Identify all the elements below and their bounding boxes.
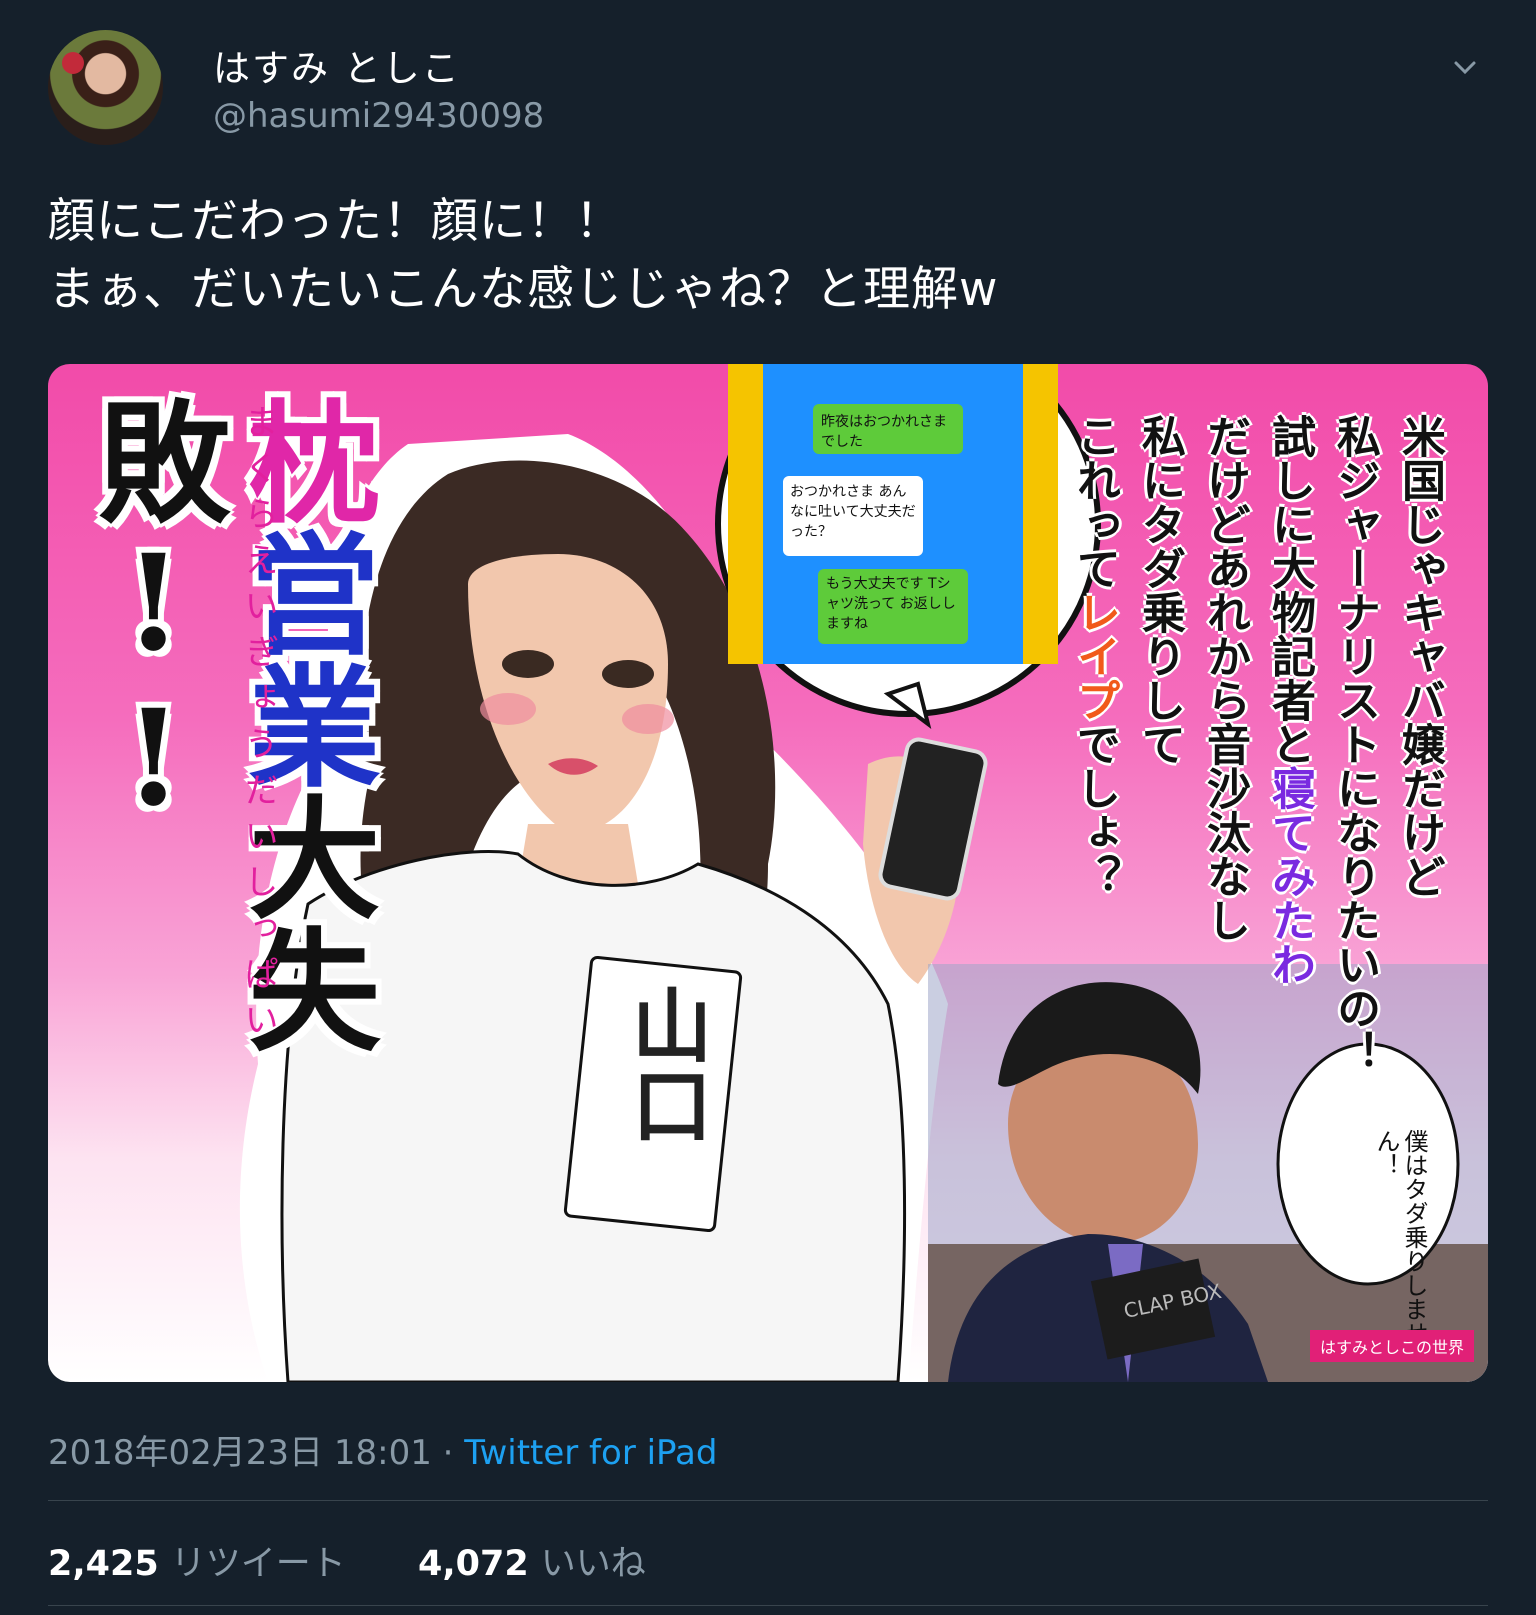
caption-line-4: だけどあれから音沙汰なし	[1199, 414, 1250, 942]
caption-line-3: 試しに大物記者と寝てみたわ	[1263, 414, 1315, 986]
likes-count: 4,072	[418, 1544, 529, 1584]
likes-stat[interactable]: 4,072 いいね	[418, 1544, 646, 1584]
chat-message-2: おつかれさま あんなに吐いて大丈夫だった？	[790, 484, 916, 540]
likes-label: いいね	[540, 1544, 646, 1584]
source-link[interactable]: Twitter for iPad	[464, 1433, 717, 1473]
divider	[48, 1605, 1488, 1606]
tweet-stats: 2,425 リツイート 4,072 いいね	[48, 1535, 646, 1586]
caption-line-3b: 寝てみたわ	[1264, 766, 1315, 986]
tweet-text: 顔にこだわった！顔に！！ まぁ、だいたいこんな感じじゃね？と理解w	[48, 188, 1448, 324]
credit-badge: はすみとしこの世界	[1309, 1330, 1474, 1362]
avatar-flower	[62, 52, 84, 74]
caption-line-6b: レイプ	[1069, 590, 1120, 722]
meta-separator: ·	[431, 1433, 465, 1473]
chat-message-1: 昨夜はおつかれさまでした	[821, 414, 947, 450]
tweet-line-1: 顔にこだわった！顔に！！	[48, 194, 624, 249]
timestamp[interactable]: 2018年02月23日 18:01	[48, 1433, 432, 1473]
tweet-header: はすみ としこ @hasumi29430098	[48, 30, 1488, 150]
caption-line-3a: 試しに大物記者と	[1264, 414, 1315, 766]
tweet-meta: 2018年02月23日 18:01 · Twitter for iPad	[48, 1425, 717, 1474]
tweet-image[interactable]: 枕営業大失敗!! まくらえいぎょうだいしっぱい 米国じゃキャバ嬢だけど 私ジャー…	[48, 364, 1488, 1382]
shirt-nametag: 山口	[619, 984, 713, 1144]
headline-ruby: まくらえいぎょうだいしっぱい	[238, 404, 278, 1048]
display-name[interactable]: はすみ としこ	[213, 38, 461, 92]
caption-line-6a: これって	[1069, 414, 1120, 590]
chat-message-3: もう大丈夫です Tシャツ洗って お返ししますね	[826, 576, 956, 632]
divider	[48, 1500, 1488, 1501]
retweets-label: リツイート	[170, 1544, 346, 1584]
tweet-line-2: まぁ、だいたいこんな感じじゃね？と理解w	[48, 262, 999, 317]
caption-line-2: 私ジャーナリストになりたいの！	[1329, 414, 1380, 1074]
user-handle[interactable]: @hasumi29430098	[213, 96, 544, 136]
retweets-count: 2,425	[48, 1544, 159, 1584]
chevron-down-icon[interactable]	[1450, 52, 1480, 82]
avatar[interactable]	[48, 30, 163, 145]
caption-line-1: 米国じゃキャバ嬢だけど	[1394, 414, 1445, 898]
retweets-stat[interactable]: 2,425 リツイート	[48, 1544, 346, 1584]
headline-title: 枕営業大失敗!!	[76, 394, 381, 1382]
caption-line-6c: でしょ？	[1069, 722, 1120, 898]
caption-line-5: 私にタダ乗りして	[1134, 414, 1185, 766]
caption-line-6: これってレイプでしょ？	[1068, 414, 1120, 898]
